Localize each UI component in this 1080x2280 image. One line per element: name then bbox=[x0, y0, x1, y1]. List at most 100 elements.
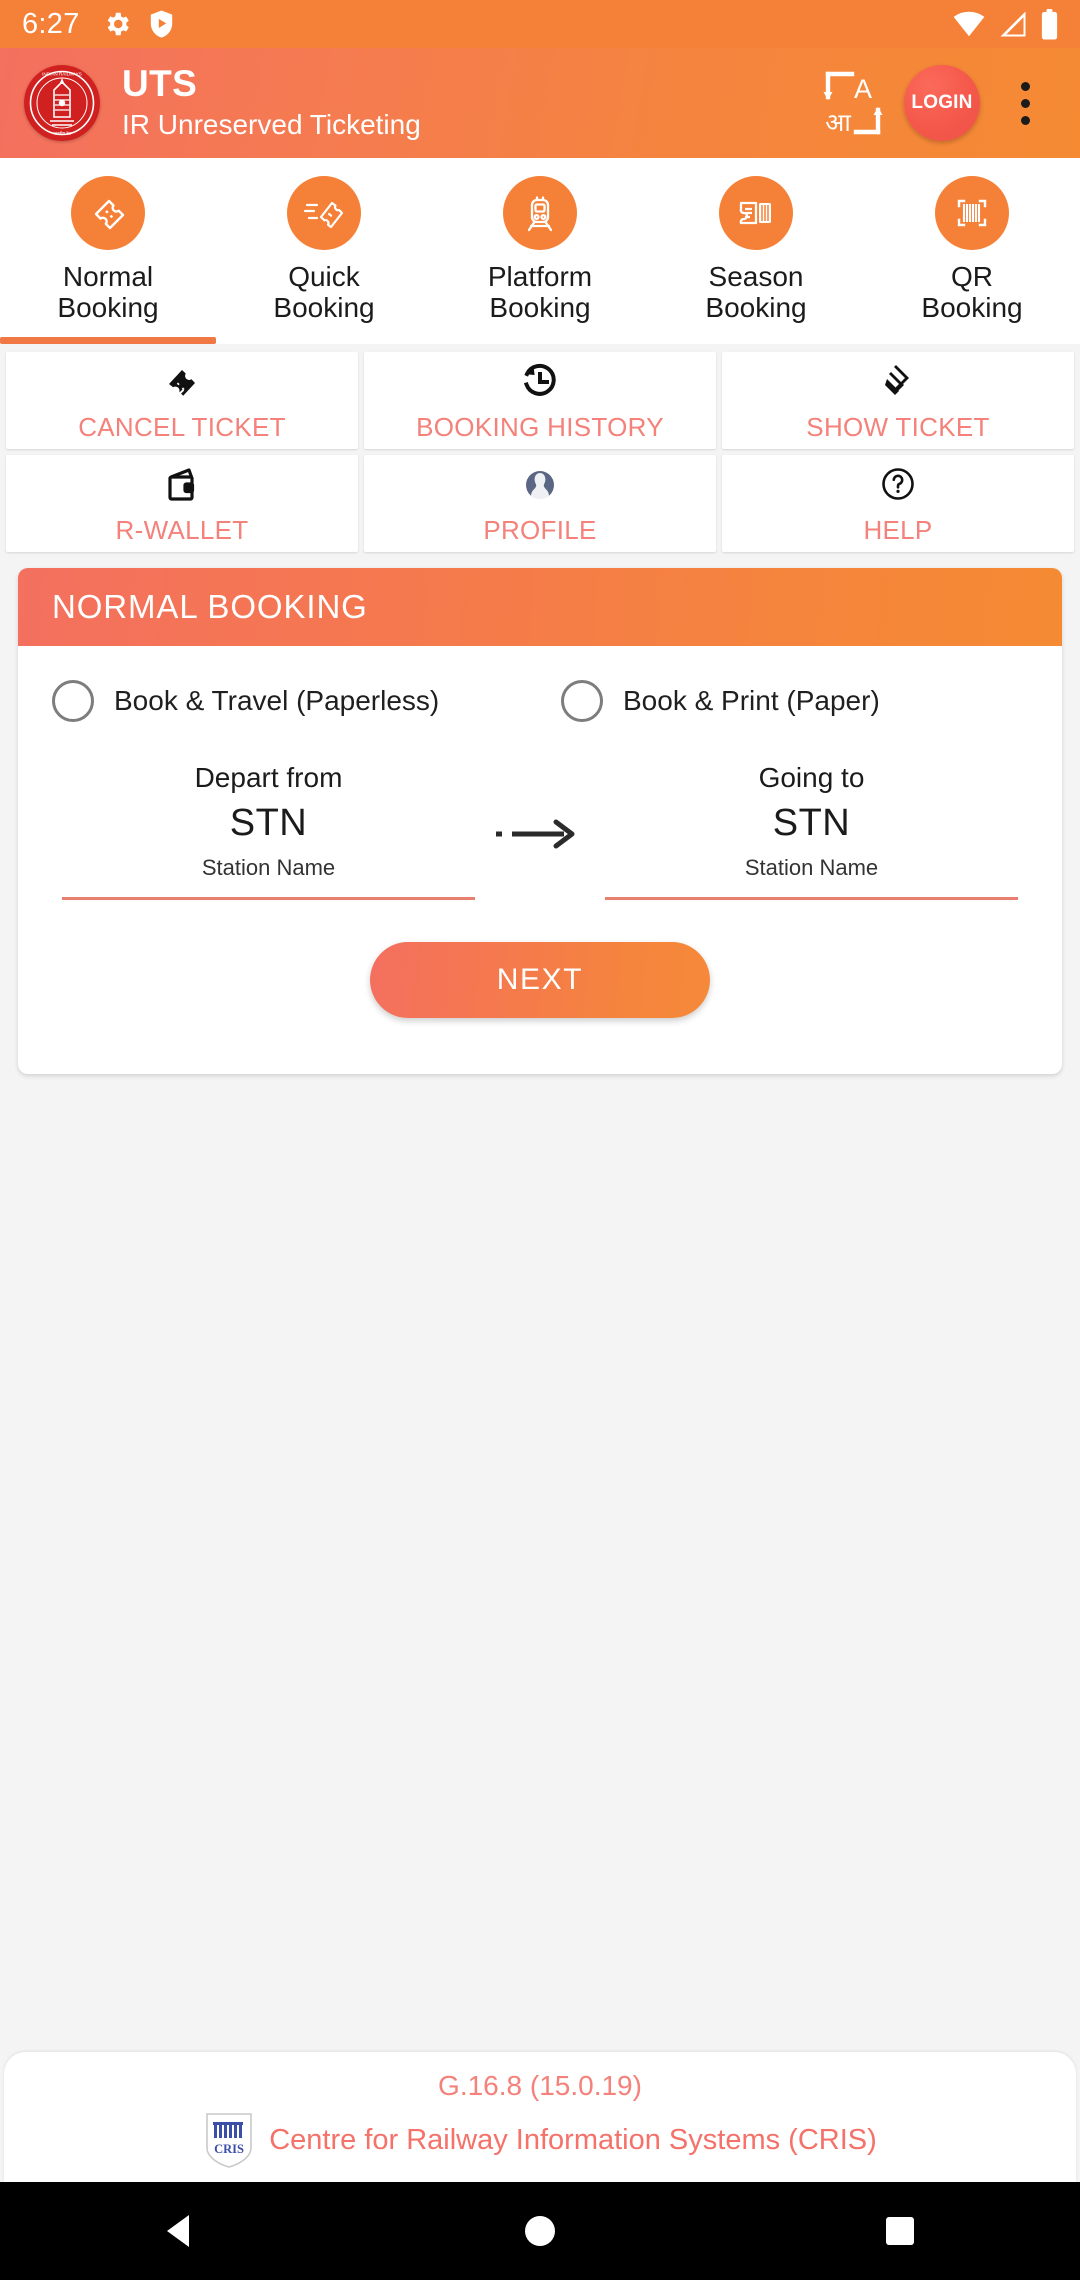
quick-action-label: R-WALLET bbox=[115, 514, 249, 545]
card-body: Book & Travel (Paperless) Book & Print (… bbox=[18, 646, 1062, 1074]
app-bar: INDIAN RAILWAYS भारतीय रेल UTS IR Unrese… bbox=[0, 48, 1080, 158]
footer-org-row: CRIS Centre for Railway Information Syst… bbox=[4, 2112, 1076, 2168]
tab-label: Normal Booking bbox=[57, 261, 159, 323]
tab-active-indicator bbox=[432, 337, 648, 344]
depart-from-hint: Station Name bbox=[201, 854, 336, 880]
svg-text:आ: आ bbox=[825, 109, 851, 136]
battery-icon bbox=[1041, 8, 1058, 40]
settings-gear-icon bbox=[102, 9, 132, 39]
cancel-ticket-icon bbox=[160, 358, 204, 402]
app-footer: G.16.8 (15.0.19) CRIS Centre for Railway… bbox=[4, 2052, 1076, 2182]
booking-mode-radio-group: Book & Travel (Paperless) Book & Print (… bbox=[18, 679, 1062, 722]
field-underline bbox=[62, 896, 475, 900]
normal-booking-card: NORMAL BOOKING Book & Travel (Paperless)… bbox=[18, 567, 1062, 1074]
tab-active-indicator bbox=[648, 337, 864, 344]
going-to-caption: Going to bbox=[758, 761, 865, 793]
quick-actions-grid: CANCEL TICKET BOOKING HISTORY SHOW TICKE… bbox=[6, 351, 1074, 552]
question-mark-icon bbox=[877, 461, 919, 505]
next-button[interactable]: NEXT bbox=[370, 941, 710, 1018]
login-button[interactable]: LOGIN bbox=[904, 65, 980, 141]
radio-book-and-travel[interactable]: Book & Travel (Paperless) bbox=[52, 679, 519, 722]
card-header: NORMAL BOOKING bbox=[18, 567, 1062, 646]
quick-action-label: PROFILE bbox=[483, 514, 597, 545]
cellular-signal-icon bbox=[998, 9, 1028, 39]
page-title: UTS bbox=[122, 63, 198, 105]
radio-book-and-print[interactable]: Book & Print (Paper) bbox=[519, 679, 1028, 722]
home-circle-icon[interactable] bbox=[480, 2182, 600, 2280]
tab-active-indicator bbox=[864, 337, 1080, 344]
depart-from-caption: Depart from bbox=[194, 761, 343, 793]
fast-ticket-icon bbox=[287, 176, 361, 250]
wallet-icon bbox=[161, 461, 203, 505]
status-left-icons bbox=[102, 9, 175, 39]
svg-text:भारतीय रेल: भारतीय रेल bbox=[53, 131, 72, 136]
tab-active-indicator bbox=[0, 336, 216, 344]
tab-label: Quick Booking bbox=[273, 261, 375, 323]
tab-label: Season Booking bbox=[705, 261, 807, 323]
quick-action-label: SHOW TICKET bbox=[806, 411, 990, 442]
booking-type-tabs: Normal Booking Quick Booking Platform Bo… bbox=[0, 158, 1080, 344]
depart-from-field[interactable]: Depart from STN Station Name bbox=[62, 762, 475, 900]
status-time: 6:27 bbox=[22, 7, 80, 40]
wifi-icon bbox=[953, 9, 985, 39]
app-bar-actions: A आ LOGIN bbox=[810, 60, 1062, 146]
status-right-icons bbox=[953, 8, 1058, 40]
season-pass-icon bbox=[719, 176, 793, 250]
tab-platform-booking[interactable]: Platform Booking bbox=[432, 176, 648, 344]
tab-label: QR Booking bbox=[921, 261, 1023, 323]
r-wallet-button[interactable]: R-WALLET bbox=[6, 454, 358, 552]
quick-action-label: HELP bbox=[863, 514, 933, 545]
station-selectors: Depart from STN Station Name Going to ST… bbox=[18, 722, 1062, 900]
more-options-icon[interactable] bbox=[988, 60, 1062, 146]
app-subtitle: IR Unreserved Ticketing bbox=[122, 108, 421, 140]
status-bar: 6:27 bbox=[0, 0, 1080, 48]
svg-text:INDIAN RAILWAYS: INDIAN RAILWAYS bbox=[42, 72, 82, 77]
tab-normal-booking[interactable]: Normal Booking bbox=[0, 176, 216, 344]
show-ticket-button[interactable]: SHOW TICKET bbox=[722, 351, 1074, 449]
login-label: LOGIN bbox=[911, 92, 973, 113]
going-to-field[interactable]: Going to STN Station Name bbox=[605, 762, 1018, 900]
arrow-right-icon bbox=[475, 762, 605, 854]
qr-barcode-icon bbox=[935, 176, 1009, 250]
quick-actions-section: CANCEL TICKET BOOKING HISTORY SHOW TICKE… bbox=[0, 344, 1080, 552]
tab-qr-booking[interactable]: QR Booking bbox=[864, 176, 1080, 344]
help-button[interactable]: HELP bbox=[722, 454, 1074, 552]
footer-org-name: Centre for Railway Information Systems (… bbox=[269, 2123, 877, 2156]
normal-booking-section: NORMAL BOOKING Book & Travel (Paperless)… bbox=[0, 552, 1080, 1074]
tab-season-booking[interactable]: Season Booking bbox=[648, 176, 864, 344]
quick-action-label: CANCEL TICKET bbox=[78, 411, 286, 442]
language-translate-icon[interactable]: A आ bbox=[810, 60, 896, 146]
svg-text:A: A bbox=[854, 74, 872, 104]
depart-from-code: STN bbox=[229, 801, 308, 844]
android-nav-bar bbox=[0, 2182, 1080, 2280]
back-triangle-icon[interactable] bbox=[120, 2182, 240, 2280]
quick-action-label: BOOKING HISTORY bbox=[416, 411, 664, 442]
cancel-ticket-button[interactable]: CANCEL TICKET bbox=[6, 351, 358, 449]
person-icon bbox=[519, 461, 561, 505]
next-button-row: NEXT bbox=[18, 900, 1062, 1074]
profile-button[interactable]: PROFILE bbox=[364, 454, 716, 552]
svg-text:CRIS: CRIS bbox=[214, 2142, 244, 2156]
app-version: G.16.8 (15.0.19) bbox=[438, 2070, 642, 2101]
going-to-hint: Station Name bbox=[744, 854, 879, 880]
train-icon bbox=[503, 176, 577, 250]
radio-label: Book & Print (Paper) bbox=[623, 684, 880, 716]
tab-active-indicator bbox=[216, 337, 432, 344]
app-title-block: UTS IR Unreserved Ticketing bbox=[122, 64, 421, 142]
history-clock-icon bbox=[519, 358, 561, 402]
show-ticket-icon bbox=[876, 358, 920, 402]
ticket-icon bbox=[71, 176, 145, 250]
radio-indicator[interactable] bbox=[561, 679, 603, 722]
tab-quick-booking[interactable]: Quick Booking bbox=[216, 176, 432, 344]
tab-label: Platform Booking bbox=[487, 261, 593, 323]
booking-history-button[interactable]: BOOKING HISTORY bbox=[364, 351, 716, 449]
field-underline bbox=[605, 896, 1018, 900]
radio-label: Book & Travel (Paperless) bbox=[114, 684, 440, 716]
radio-indicator[interactable] bbox=[52, 679, 94, 722]
going-to-code: STN bbox=[772, 801, 851, 844]
app-screen: 6:27 INDIAN RAILWAYS भारतीय रेल UTS IR U… bbox=[0, 0, 1080, 2280]
cris-logo: CRIS bbox=[203, 2112, 255, 2168]
indian-railways-logo: INDIAN RAILWAYS भारतीय रेल bbox=[24, 65, 100, 141]
recents-square-icon[interactable] bbox=[840, 2182, 960, 2280]
